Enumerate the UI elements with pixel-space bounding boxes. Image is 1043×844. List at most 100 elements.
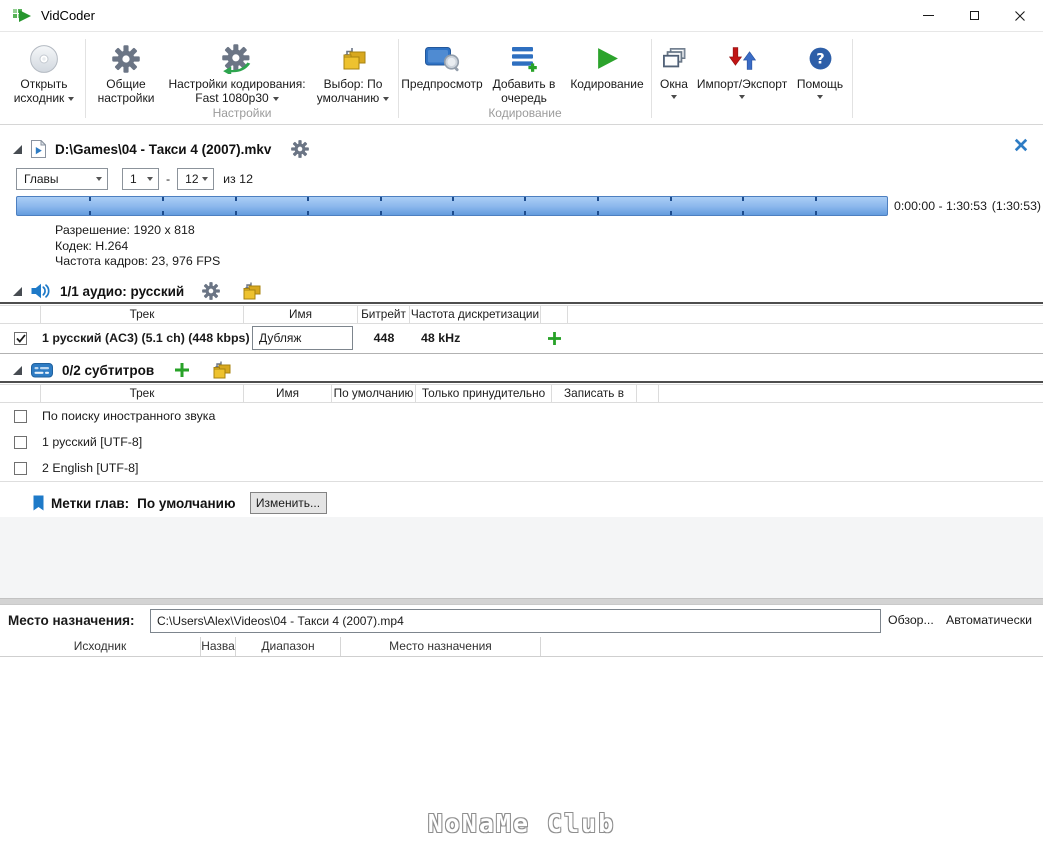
audio-speaker-icon [31, 283, 51, 299]
open-source-button[interactable]: Открыть исходник [4, 35, 84, 105]
ribbon-group-label-encoding: Кодирование [488, 106, 562, 120]
picker-button[interactable]: Выбор: По умолчанию [309, 35, 397, 105]
subtitle-row-russian: 1 русский [UTF-8] [0, 429, 1043, 455]
general-settings-label-line1: Общие [106, 77, 146, 91]
maximize-icon [969, 11, 979, 20]
subtitles-expander[interactable] [13, 365, 22, 375]
audio-track-row: 1 русский (AC3) (5.1 ch) (448 kbps) 448 … [0, 324, 1043, 353]
folders-icon [339, 47, 367, 71]
auto-name-button[interactable]: Автоматически [946, 613, 1032, 627]
ribbon-separator [651, 39, 652, 118]
source-expander[interactable] [13, 144, 22, 154]
source-settings-gear-icon[interactable] [291, 140, 309, 158]
video-file-icon [31, 140, 46, 158]
subtitle-checkbox[interactable] [14, 409, 27, 423]
subtitles-table-header: Трек Имя По умолчанию Только принудитель… [0, 384, 1043, 403]
import-export-button[interactable]: Импорт/Экспорт [695, 35, 789, 105]
audio-col-name: Имя [244, 306, 358, 323]
chevron-down-icon [147, 177, 153, 181]
subtitle-checkbox[interactable] [14, 435, 27, 449]
chapter-total-label: из 12 [223, 172, 253, 186]
subtitle-track-label: 1 русский [UTF-8] [42, 435, 143, 449]
maximize-button[interactable] [951, 0, 997, 31]
chapter-markers-value: По умолчанию [137, 495, 236, 511]
chevron-down-icon [739, 95, 745, 99]
encode-button[interactable]: Кодирование [564, 35, 650, 105]
general-settings-label-line2: настройки [97, 91, 155, 105]
subtitle-checkbox[interactable] [14, 461, 27, 475]
minimize-button[interactable] [905, 0, 951, 31]
chapter-from-value: 1 [130, 172, 137, 186]
encoding-settings-button[interactable]: Настройки кодирования: Fast 1080p30 [165, 35, 309, 105]
encoding-settings-label-line1: Настройки кодирования: [168, 77, 306, 91]
ribbon-separator [852, 39, 853, 118]
audio-settings-gear-icon[interactable] [202, 282, 220, 300]
audio-track-label: 1 русский (AC3) (5.1 ch) (448 kbps) [42, 331, 250, 345]
help-button[interactable]: Помощь [789, 35, 851, 105]
help-label: Помощь [796, 77, 844, 91]
audio-name-input[interactable] [252, 326, 353, 350]
source-filename: D:\Games\04 - Такси 4 (2007).mkv [55, 141, 272, 157]
browse-button[interactable]: Обзор... [888, 613, 934, 627]
queue-col-range: Диапазон [236, 637, 341, 656]
chapter-to-dropdown[interactable]: 12 [177, 168, 215, 190]
chapter-to-value: 12 [185, 172, 199, 186]
gear-icon [112, 45, 140, 73]
subtitle-row-english: 2 English [UTF-8] [0, 455, 1043, 481]
gear-arrow-icon [222, 44, 252, 74]
add-to-queue-label-line1: Добавить в [492, 77, 556, 91]
picker-label-line1: Выбор: По [323, 77, 383, 91]
resolution-line: Разрешение: 1920 x 818 [55, 223, 195, 237]
lower-panel-background [0, 517, 1043, 598]
destination-label: Место назначения: [8, 613, 135, 628]
source-close-icon[interactable] [1014, 138, 1028, 152]
close-icon [1015, 11, 1025, 21]
chapter-from-dropdown[interactable]: 1 [122, 168, 159, 190]
duration-label: (1:30:53) [991, 199, 1041, 213]
audio-expander[interactable] [13, 286, 22, 296]
audio-bitrate-value: 448 [373, 331, 395, 345]
subtitles-section-divider [0, 381, 1043, 383]
windows-icon [662, 48, 687, 70]
import-export-label: Импорт/Экспорт [696, 77, 788, 91]
splitter-bar[interactable] [0, 598, 1043, 605]
audio-table-header: Трек Имя Битрейт Частота дискретизации [0, 305, 1043, 324]
source-info: Разрешение: 1920 x 818 Кодек: H.264 Част… [55, 223, 220, 270]
queue-table-header: Исходник Назва Диапазон Место назначения [0, 637, 1043, 657]
general-settings-button[interactable]: Общие настройки [87, 35, 165, 105]
windows-menu-button[interactable]: Окна [653, 35, 695, 105]
range-type-dropdown[interactable]: Главы [16, 168, 108, 190]
audio-col-track: Трек [41, 306, 244, 323]
add-subtitle-icon[interactable] [175, 363, 189, 377]
preview-label: Предпросмотр [401, 77, 483, 91]
preview-button[interactable]: Предпросмотр [400, 35, 484, 105]
encode-label: Кодирование [570, 77, 644, 91]
disc-icon [29, 44, 59, 74]
picker-label-line2: умолчанию [317, 91, 390, 105]
audio-copy-folder-icon[interactable] [241, 282, 261, 300]
watermark: NoNaMe Club [427, 809, 616, 838]
audio-section-title: 1/1 аудио: русский [60, 283, 185, 299]
destination-row: Место назначения: Обзор... Автоматически [0, 605, 1043, 637]
edit-chapters-button[interactable]: Изменить... [249, 492, 327, 514]
ribbon-separator [398, 39, 399, 118]
add-to-queue-button[interactable]: Добавить в очередь [484, 35, 564, 105]
ribbon-group-label-settings: Настройки [212, 106, 272, 120]
destination-input[interactable] [150, 609, 881, 633]
chevron-down-icon [671, 95, 677, 99]
vidcoder-window: VidCoder Открыть исходник Общие настройк… [0, 0, 1043, 844]
audio-col-samplerate: Частота дискретизации [410, 306, 541, 323]
add-audio-track-icon[interactable] [548, 332, 561, 345]
subtitles-copy-folder-icon[interactable] [211, 361, 231, 379]
chevron-down-icon [272, 96, 279, 101]
chevron-down-icon [68, 96, 75, 101]
minimize-icon [922, 15, 934, 16]
sub-col-default: По умолчанию [332, 385, 416, 402]
audio-section-divider [0, 302, 1043, 304]
audio-row-divider [0, 353, 1043, 354]
chevron-down-icon [96, 177, 102, 181]
audio-track-checkbox[interactable] [14, 332, 27, 345]
chapters-timeline-bar [16, 196, 888, 216]
subtitles-section-title: 0/2 субтитров [62, 362, 155, 378]
close-button[interactable] [997, 0, 1043, 31]
